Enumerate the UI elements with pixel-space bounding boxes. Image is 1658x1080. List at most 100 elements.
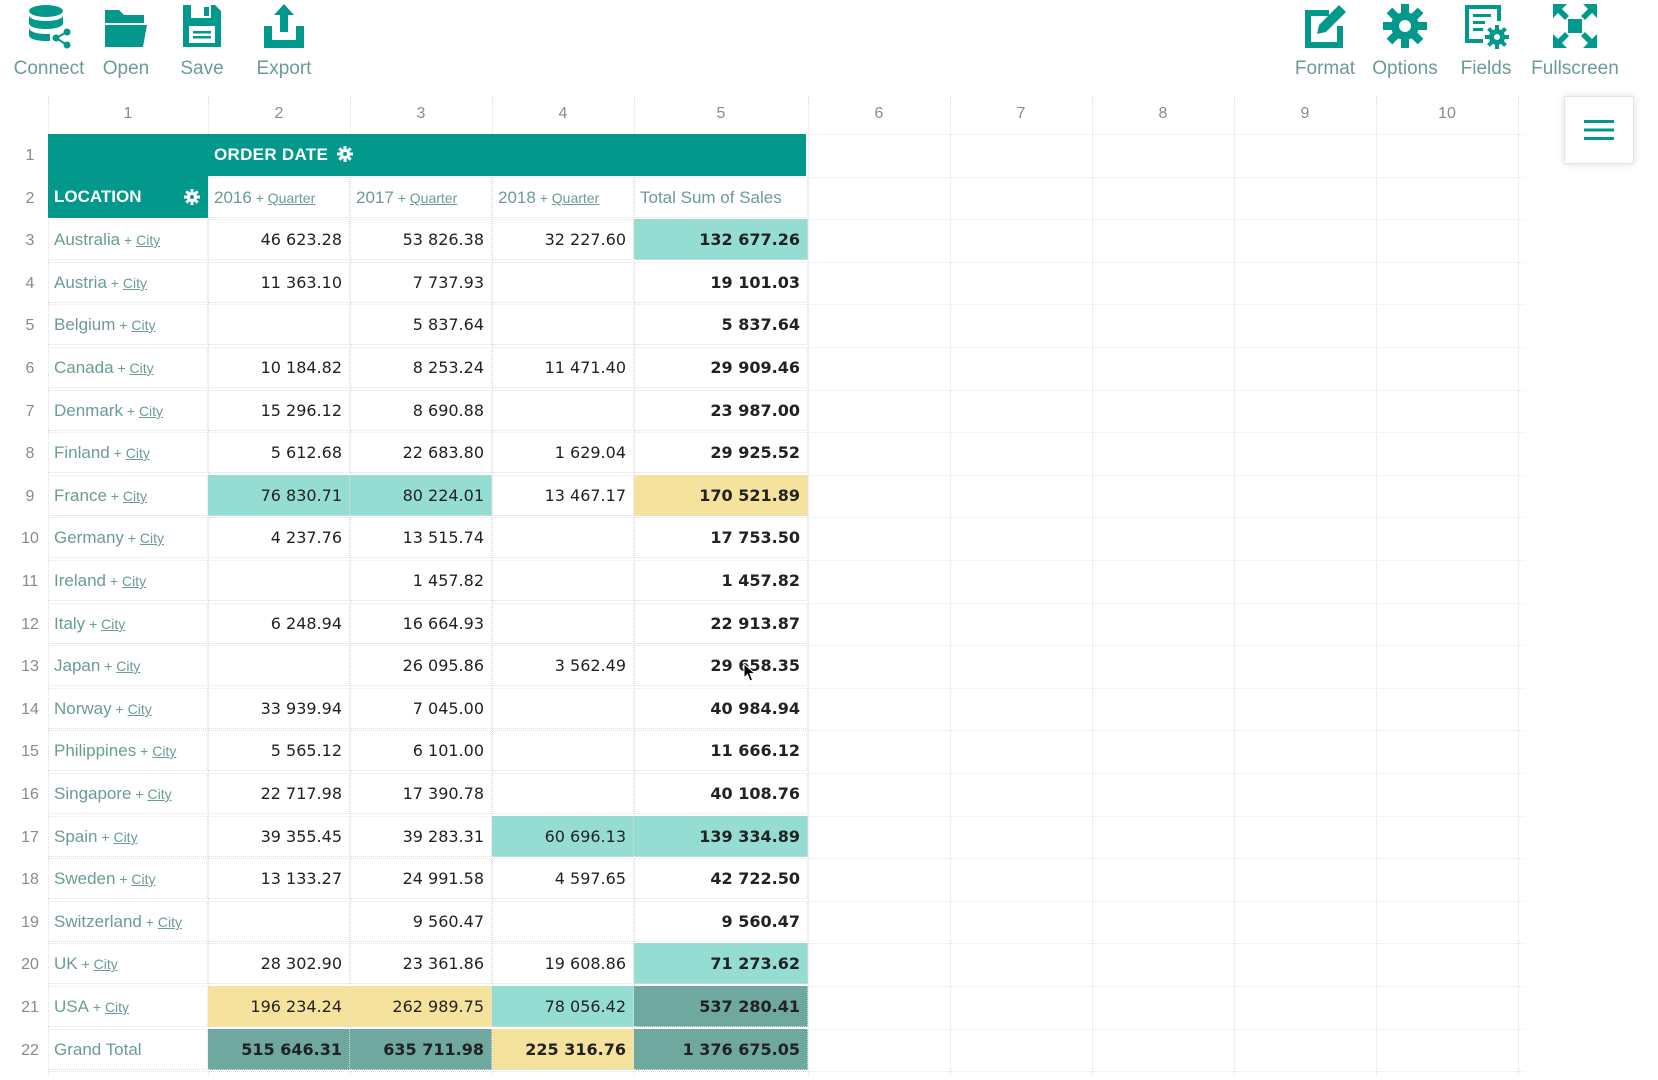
- total-value-cell[interactable]: 11 666.12: [634, 730, 808, 771]
- drill-city-link[interactable]: + City: [107, 488, 147, 504]
- drill-city-link[interactable]: + City: [142, 914, 182, 930]
- column-header[interactable]: 5: [634, 96, 808, 132]
- value-cell[interactable]: 13 133.27: [208, 858, 350, 899]
- location-row-label[interactable]: Germany + City: [48, 517, 208, 558]
- gear-icon[interactable]: [184, 189, 200, 205]
- row-header[interactable]: 2: [13, 177, 47, 220]
- drill-city-link[interactable]: + City: [107, 275, 147, 291]
- value-cell[interactable]: 28 302.90: [208, 943, 350, 984]
- row-header[interactable]: 13: [13, 645, 47, 688]
- drill-city-link[interactable]: + City: [115, 871, 155, 887]
- value-cell[interactable]: [208, 645, 350, 686]
- location-row-label[interactable]: Spain + City: [48, 816, 208, 857]
- value-cell[interactable]: 11 471.40: [492, 347, 634, 388]
- location-row-label[interactable]: Finland + City: [48, 432, 208, 473]
- fullscreen-button[interactable]: Fullscreen: [1530, 0, 1620, 88]
- row-header[interactable]: 17: [13, 816, 47, 859]
- total-value-cell[interactable]: 170 521.89: [634, 475, 808, 516]
- value-cell[interactable]: 8 253.24: [350, 347, 492, 388]
- value-cell[interactable]: 33 939.94: [208, 688, 350, 729]
- location-row-label[interactable]: UK + City: [48, 943, 208, 984]
- column-header[interactable]: 8: [1092, 96, 1234, 132]
- value-cell[interactable]: 1 629.04: [492, 432, 634, 473]
- value-cell[interactable]: 76 830.71: [208, 475, 350, 516]
- value-cell[interactable]: 60 696.13: [492, 816, 634, 857]
- location-row-label[interactable]: Sweden + City: [48, 858, 208, 899]
- total-value-cell[interactable]: 635 711.98: [350, 1029, 492, 1070]
- row-header[interactable]: 16: [13, 773, 47, 816]
- total-value-cell[interactable]: 19 101.03: [634, 262, 808, 303]
- column-header[interactable]: 4: [492, 96, 634, 132]
- value-cell[interactable]: [492, 304, 634, 345]
- location-row-label[interactable]: Austria + City: [48, 262, 208, 303]
- row-header[interactable]: 4: [13, 262, 47, 305]
- drill-city-link[interactable]: + City: [78, 956, 118, 972]
- open-button[interactable]: Open: [100, 0, 152, 88]
- row-header[interactable]: 18: [13, 858, 47, 901]
- value-cell[interactable]: 80 224.01: [350, 475, 492, 516]
- location-row-label[interactable]: Belgium + City: [48, 304, 208, 345]
- location-row-label[interactable]: Ireland + City: [48, 560, 208, 601]
- value-cell[interactable]: 7 045.00: [350, 688, 492, 729]
- row-header[interactable]: 19: [13, 901, 47, 944]
- drill-quarter-link[interactable]: + Quarter: [394, 190, 458, 206]
- row-header[interactable]: 21: [13, 986, 47, 1029]
- total-value-cell[interactable]: 515 646.31: [208, 1029, 350, 1070]
- year-header[interactable]: 2018 + Quarter: [492, 177, 634, 218]
- total-value-cell[interactable]: 1 376 675.05: [634, 1029, 808, 1070]
- row-header[interactable]: 7: [13, 390, 47, 433]
- value-cell[interactable]: 8 690.88: [350, 390, 492, 431]
- value-cell[interactable]: 7 737.93: [350, 262, 492, 303]
- drill-city-link[interactable]: + City: [110, 445, 150, 461]
- location-row-label[interactable]: Philippines + City: [48, 730, 208, 771]
- total-value-cell[interactable]: 40 984.94: [634, 688, 808, 729]
- value-cell[interactable]: 19 608.86: [492, 943, 634, 984]
- value-cell[interactable]: 15 296.12: [208, 390, 350, 431]
- drill-city-link[interactable]: + City: [120, 232, 160, 248]
- value-cell[interactable]: 13 467.17: [492, 475, 634, 516]
- drill-city-link[interactable]: + City: [136, 743, 176, 759]
- row-header[interactable]: 22: [13, 1029, 47, 1072]
- value-cell[interactable]: [492, 603, 634, 644]
- drill-quarter-link[interactable]: + Quarter: [536, 190, 600, 206]
- column-header[interactable]: 2: [208, 96, 350, 132]
- options-button[interactable]: Options: [1370, 0, 1440, 88]
- value-cell[interactable]: 24 991.58: [350, 858, 492, 899]
- menu-button[interactable]: [1564, 96, 1634, 164]
- value-cell[interactable]: [492, 262, 634, 303]
- drill-city-link[interactable]: + City: [89, 999, 129, 1015]
- location-row-label[interactable]: Switzerland + City: [48, 901, 208, 942]
- value-cell[interactable]: 11 363.10: [208, 262, 350, 303]
- total-value-cell[interactable]: 537 280.41: [634, 986, 808, 1027]
- row-header[interactable]: 9: [13, 475, 47, 518]
- value-cell[interactable]: 23 361.86: [350, 943, 492, 984]
- total-value-cell[interactable]: 29 909.46: [634, 347, 808, 388]
- total-value-cell[interactable]: 71 273.62: [634, 943, 808, 984]
- total-value-cell[interactable]: 42 722.50: [634, 858, 808, 899]
- value-cell[interactable]: 6 248.94: [208, 603, 350, 644]
- location-row-label[interactable]: Singapore + City: [48, 773, 208, 814]
- location-row-label[interactable]: Italy + City: [48, 603, 208, 644]
- row-header[interactable]: 3: [13, 219, 47, 262]
- value-cell[interactable]: [492, 390, 634, 431]
- drill-city-link[interactable]: + City: [114, 360, 153, 376]
- value-cell[interactable]: [208, 560, 350, 601]
- gear-icon[interactable]: [337, 146, 354, 163]
- location-row-label[interactable]: Japan + City: [48, 645, 208, 686]
- value-cell[interactable]: 13 515.74: [350, 517, 492, 558]
- value-cell[interactable]: 5 565.12: [208, 730, 350, 771]
- row-header[interactable]: 20: [13, 943, 47, 986]
- row-header[interactable]: 10: [13, 517, 47, 560]
- total-value-cell[interactable]: 40 108.76: [634, 773, 808, 814]
- total-value-cell[interactable]: 1 457.82: [634, 560, 808, 601]
- value-cell[interactable]: [492, 901, 634, 942]
- value-cell[interactable]: [492, 730, 634, 771]
- drill-city-link[interactable]: + City: [100, 658, 140, 674]
- value-cell[interactable]: 39 355.45: [208, 816, 350, 857]
- total-value-cell[interactable]: 29 925.52: [634, 432, 808, 473]
- value-cell[interactable]: 53 826.38: [350, 219, 492, 260]
- column-header[interactable]: 6: [808, 96, 950, 132]
- export-button[interactable]: Export: [254, 0, 314, 88]
- drill-city-link[interactable]: + City: [106, 573, 146, 589]
- value-cell[interactable]: 6 101.00: [350, 730, 492, 771]
